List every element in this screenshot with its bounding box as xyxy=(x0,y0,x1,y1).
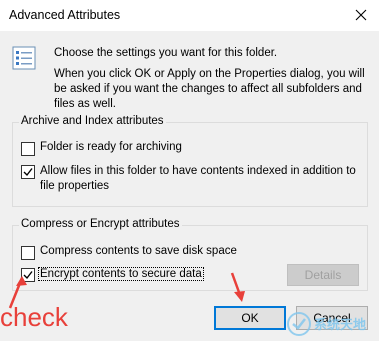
archive-index-legend: Archive and Index attributes xyxy=(19,115,166,127)
index-checkbox-row[interactable]: Allow files in this folder to have conte… xyxy=(21,164,361,194)
watermark-logo-icon xyxy=(287,311,311,336)
index-checkbox[interactable] xyxy=(21,165,35,179)
archive-checkbox-label: Folder is ready for archiving xyxy=(40,141,182,153)
intro-line-1: Choose the settings you want for this fo… xyxy=(54,47,278,59)
annotation-arrow-ok xyxy=(230,272,245,302)
archive-checkbox-row[interactable]: Folder is ready for archiving xyxy=(21,141,361,156)
archive-label-text: Folder is ready for archiving xyxy=(40,141,182,153)
compress-checkbox[interactable] xyxy=(21,246,35,260)
window-title: Advanced Attributes xyxy=(9,8,121,22)
intro-text: Choose the settings you want for this fo… xyxy=(54,46,366,112)
index-checkbox-label: Allow files in this folder to have conte… xyxy=(40,165,356,192)
compress-checkbox-label: Compress contents to save disk space xyxy=(40,245,237,257)
encrypt-checkbox-row[interactable]: Encrypt contents to secure data xyxy=(21,267,204,282)
title-bar: Advanced Attributes xyxy=(0,0,379,31)
ok-button[interactable]: OK xyxy=(214,306,286,330)
checkmark-icon xyxy=(23,168,33,177)
intro-line-2: When you click OK or Apply on the Proper… xyxy=(54,68,365,110)
archive-checkbox[interactable] xyxy=(21,142,35,156)
close-button[interactable] xyxy=(348,3,374,27)
compress-checkbox-row[interactable]: Compress contents to save disk space xyxy=(21,245,237,260)
watermark-text: 系统天地 xyxy=(314,317,367,332)
close-icon xyxy=(355,9,367,21)
encrypt-checkbox-label: Encrypt contents to secure data xyxy=(38,267,204,281)
watermark: 系统天地 xyxy=(286,306,379,341)
annotation-check-label: check xyxy=(0,302,68,332)
compress-encrypt-legend: Compress or Encrypt attributes xyxy=(19,218,182,230)
details-button[interactable]: Details xyxy=(287,264,359,286)
folder-settings-icon xyxy=(12,46,38,70)
